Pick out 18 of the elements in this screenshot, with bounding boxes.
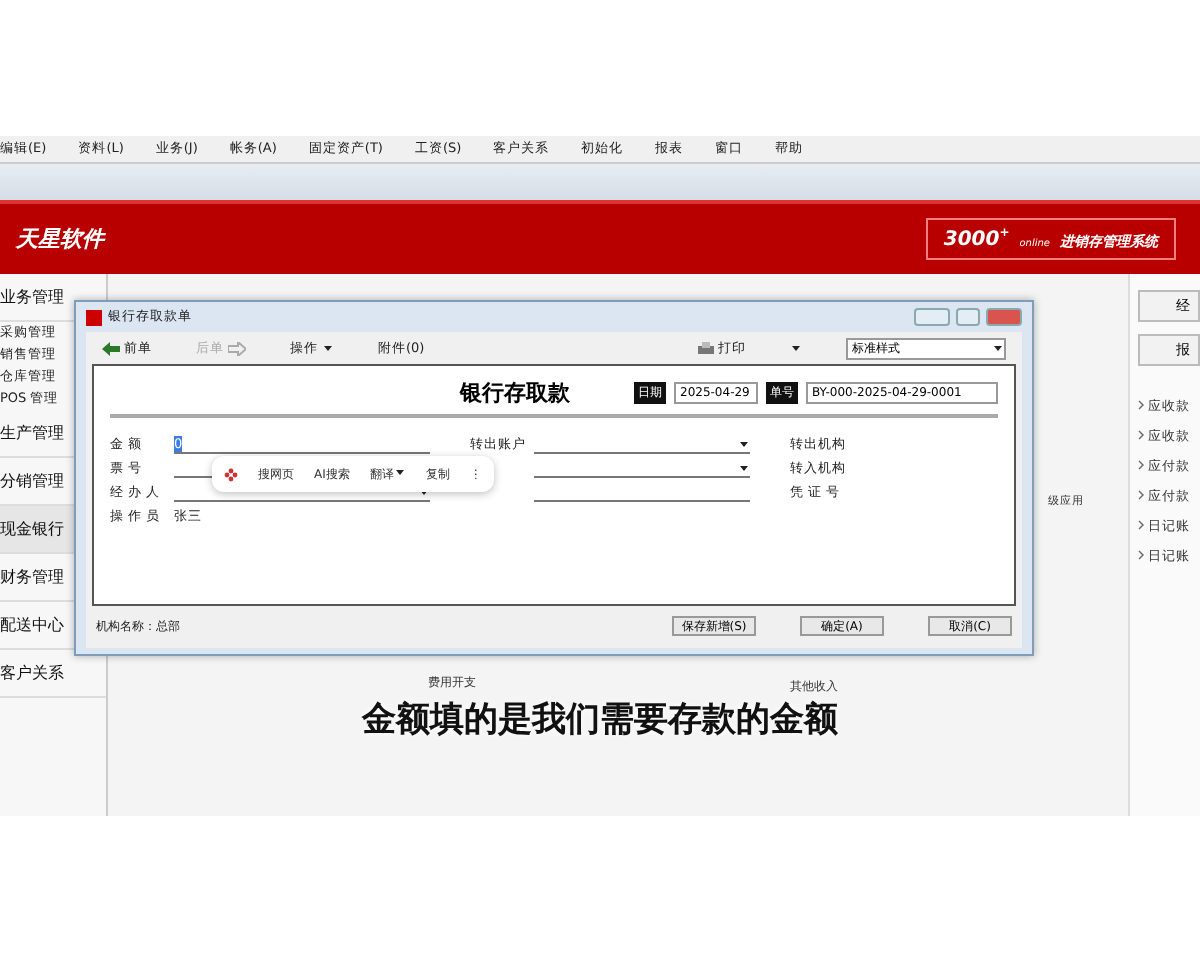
dropdown-arrow-icon	[393, 465, 406, 477]
chevron-icon	[1138, 460, 1144, 470]
chevron-icon	[1138, 520, 1144, 530]
chevron-icon	[1138, 430, 1144, 440]
logo: 天星软件	[16, 224, 104, 254]
flower-icon	[224, 467, 238, 481]
printer-icon	[698, 341, 714, 355]
app-icon	[86, 309, 102, 325]
chevron-icon	[1138, 550, 1144, 560]
right-arrow-icon	[228, 341, 246, 355]
subtitle: 金额填的是我们需要存款的金额	[362, 700, 838, 740]
form-title: 银行存取款	[460, 378, 570, 408]
left-arrow-icon	[102, 341, 120, 355]
dropdown-arrow-icon	[992, 342, 1004, 354]
dropdown-arrow-icon	[322, 342, 334, 354]
dropdown-arrow-icon	[790, 342, 802, 354]
chevron-icon	[1138, 490, 1144, 500]
chevron-icon	[1138, 400, 1144, 410]
